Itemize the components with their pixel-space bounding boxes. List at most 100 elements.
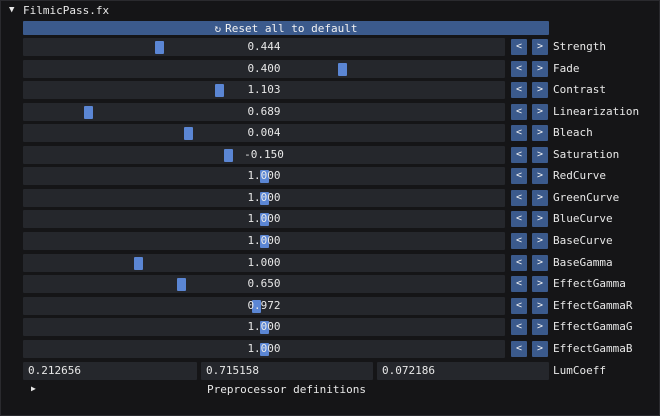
param-label: Linearization xyxy=(553,104,640,118)
param-label: EffectGamma xyxy=(553,277,626,291)
param-label: Contrast xyxy=(553,83,606,97)
decrement-button[interactable]: < xyxy=(511,276,527,293)
param-row-bluecurve: 1.000 < > BlueCurve xyxy=(1,209,659,229)
param-slider[interactable]: 0.004 xyxy=(23,124,505,143)
param-value: 0.400 xyxy=(247,61,281,75)
decrement-button[interactable]: < xyxy=(511,189,527,206)
param-slider[interactable]: 1.103 xyxy=(23,81,505,100)
increment-button[interactable]: > xyxy=(532,168,548,185)
param-value: 1.000 xyxy=(247,190,281,204)
param-label: RedCurve xyxy=(553,169,606,183)
param-label: EffectGammaG xyxy=(553,320,633,334)
param-slider[interactable]: 1.000 xyxy=(23,318,505,337)
param-slider[interactable]: 0.444 xyxy=(23,38,505,56)
param-label: EffectGammaR xyxy=(553,298,633,312)
param-slider[interactable]: 0.400 xyxy=(23,59,505,78)
param-row-saturation: -0.150 < > Saturation xyxy=(1,145,659,165)
param-row-bleach: 0.004 < > Bleach xyxy=(1,123,659,143)
filmicpass-panel: ▼ FilmicPass.fx ↻ Reset all to default 0… xyxy=(0,0,660,416)
increment-button[interactable]: > xyxy=(532,276,548,293)
param-label: Bleach xyxy=(553,126,593,140)
decrement-button[interactable]: < xyxy=(511,319,527,336)
param-label: Saturation xyxy=(553,147,620,161)
param-slider[interactable]: -0.150 xyxy=(23,145,505,164)
param-slider[interactable]: 0.689 xyxy=(23,102,505,121)
param-value: 1.000 xyxy=(247,212,281,226)
section-header[interactable]: ▼ FilmicPass.fx xyxy=(1,1,659,21)
decrement-button[interactable]: < xyxy=(511,103,527,120)
lumcoeff-field-z[interactable]: 0.072186 xyxy=(377,362,549,380)
increment-button[interactable]: > xyxy=(532,60,548,77)
lumcoeff-value-y: 0.715158 xyxy=(206,364,259,377)
decrement-button[interactable]: < xyxy=(511,254,527,271)
reset-all-button[interactable]: ↻ Reset all to default xyxy=(23,21,549,35)
param-value: 0.444 xyxy=(247,40,281,53)
increment-button[interactable]: > xyxy=(532,39,548,55)
decrement-button[interactable]: < xyxy=(511,340,527,357)
param-row-effectgamma: 0.650 < > EffectGamma xyxy=(1,274,659,294)
param-slider[interactable]: 1.000 xyxy=(23,188,505,207)
increment-button[interactable]: > xyxy=(532,125,548,142)
increment-button[interactable]: > xyxy=(532,340,548,357)
param-row-fade: 0.400 < > Fade xyxy=(1,59,659,79)
param-label: Strength xyxy=(553,40,606,53)
decrement-button[interactable]: < xyxy=(511,146,527,163)
param-value: -0.150 xyxy=(244,147,284,161)
param-row-redcurve: 1.000 < > RedCurve xyxy=(1,166,659,186)
increment-button[interactable]: > xyxy=(532,297,548,314)
param-label: Fade xyxy=(553,61,580,75)
param-value: 1.000 xyxy=(247,320,281,334)
param-label: BlueCurve xyxy=(553,212,613,226)
increment-button[interactable]: > xyxy=(532,189,548,206)
param-row-effectgammag: 1.000 < > EffectGammaG xyxy=(1,317,659,337)
param-row-strength: 0.444 < > Strength xyxy=(1,37,659,57)
undo-icon: ↻ xyxy=(214,21,222,35)
param-label: GreenCurve xyxy=(553,190,620,204)
decrement-button[interactable]: < xyxy=(511,168,527,185)
param-slider[interactable]: 1.000 xyxy=(23,210,505,229)
decrement-button[interactable]: < xyxy=(511,60,527,77)
decrement-button[interactable]: < xyxy=(511,125,527,142)
decrement-button[interactable]: < xyxy=(511,211,527,228)
param-row-basecurve: 1.000 < > BaseCurve xyxy=(1,231,659,251)
increment-button[interactable]: > xyxy=(532,146,548,163)
preprocessor-definitions-label: Preprocessor definitions xyxy=(207,383,366,396)
expand-arrow-icon[interactable]: ▶ xyxy=(31,384,36,393)
param-slider[interactable]: 0.650 xyxy=(23,275,505,294)
param-row-greencurve: 1.000 < > GreenCurve xyxy=(1,188,659,208)
decrement-button[interactable]: < xyxy=(511,39,527,55)
param-slider[interactable]: 1.000 xyxy=(23,231,505,250)
increment-button[interactable]: > xyxy=(532,103,548,120)
section-title: FilmicPass.fx xyxy=(23,4,110,17)
param-slider[interactable]: 1.000 xyxy=(23,339,505,358)
increment-button[interactable]: > xyxy=(532,232,548,249)
param-value: 1.000 xyxy=(247,169,281,183)
param-value: 1.000 xyxy=(247,341,281,355)
decrement-button[interactable]: < xyxy=(511,82,527,99)
collapse-arrow-icon[interactable]: ▼ xyxy=(9,5,14,15)
lumcoeff-value-z: 0.072186 xyxy=(382,364,435,377)
param-row-basegamma: 1.000 < > BaseGamma xyxy=(1,253,659,273)
preprocessor-definitions-header[interactable]: ▶ Preprocessor definitions xyxy=(1,381,659,399)
increment-button[interactable]: > xyxy=(532,319,548,336)
param-value: 0.972 xyxy=(247,298,281,312)
increment-button[interactable]: > xyxy=(532,211,548,228)
param-slider[interactable]: 0.972 xyxy=(23,296,505,315)
reset-all-label: Reset all to default xyxy=(225,21,358,35)
param-slider[interactable]: 1.000 xyxy=(23,167,505,186)
param-row-effectgammar: 0.972 < > EffectGammaR xyxy=(1,296,659,316)
lumcoeff-field-y[interactable]: 0.715158 xyxy=(201,362,373,380)
decrement-button[interactable]: < xyxy=(511,297,527,314)
param-value: 0.689 xyxy=(247,104,281,118)
lumcoeff-value-x: 0.212656 xyxy=(28,364,81,377)
param-value: 1.103 xyxy=(247,83,281,97)
param-slider[interactable]: 1.000 xyxy=(23,253,505,272)
param-label: BaseGamma xyxy=(553,255,613,269)
lumcoeff-label: LumCoeff xyxy=(553,364,606,377)
increment-button[interactable]: > xyxy=(532,254,548,271)
lumcoeff-field-x[interactable]: 0.212656 xyxy=(23,362,197,380)
param-row-effectgammab: 1.000 < > EffectGammaB xyxy=(1,339,659,359)
increment-button[interactable]: > xyxy=(532,82,548,99)
param-row-contrast: 1.103 < > Contrast xyxy=(1,80,659,100)
decrement-button[interactable]: < xyxy=(511,232,527,249)
